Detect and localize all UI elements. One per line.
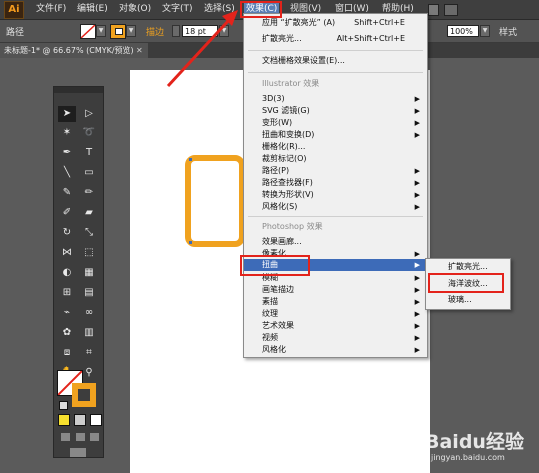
watermark-logo-text: Baidu经验 xyxy=(425,431,524,453)
baidu-watermark: Baidu经验 jingyan.baidu.com xyxy=(425,425,537,469)
watermark-url: jingyan.baidu.com xyxy=(431,453,505,462)
annotation-arrow xyxy=(166,10,238,88)
